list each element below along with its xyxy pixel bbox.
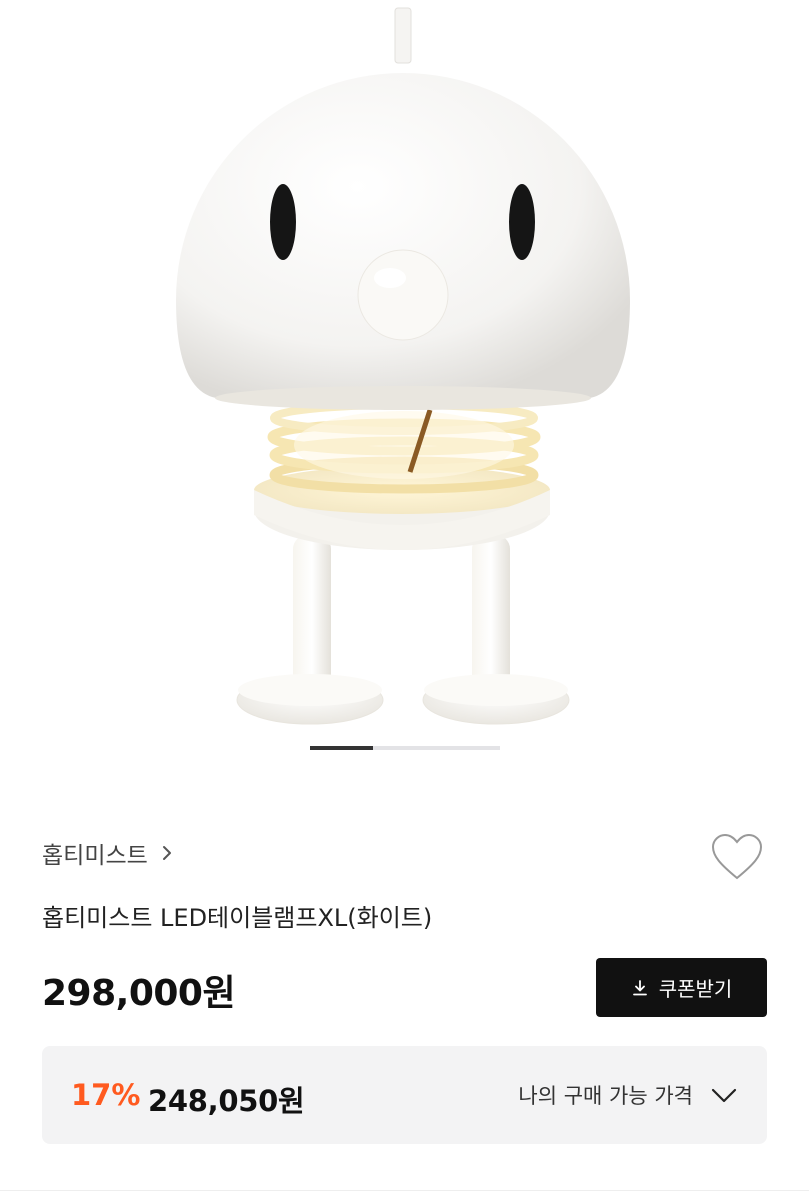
product-image[interactable] — [0, 0, 809, 760]
coupon-button-label: 쿠폰받기 — [658, 977, 733, 1001]
lamp-illustration — [176, 7, 630, 725]
chevron-right-icon — [162, 846, 171, 860]
brand-name: 홉티미스트 — [42, 843, 148, 869]
product-title: 홉티미스트 LED테이블램프XL(화이트) — [42, 904, 433, 932]
download-icon — [632, 979, 647, 995]
my-price-value: 248,050원 — [148, 1084, 305, 1118]
image-pagination — [310, 746, 500, 750]
my-price-panel[interactable]: 17% 248,050원 나의 구매 가능 가격 — [42, 1046, 767, 1144]
pagination-active-indicator — [310, 746, 373, 750]
product-price: 298,000원 — [42, 973, 236, 1014]
chevron-down-icon — [711, 1088, 737, 1103]
brand-link[interactable]: 홉티미스트 — [42, 836, 176, 870]
my-price-label: 나의 구매 가능 가격 — [518, 1084, 693, 1108]
my-price-toggle[interactable]: 나의 구매 가능 가격 — [518, 1080, 739, 1110]
heart-icon[interactable] — [710, 832, 764, 882]
discount-rate: 17% — [71, 1078, 141, 1112]
divider — [0, 1190, 809, 1191]
coupon-download-button[interactable]: 쿠폰받기 — [596, 958, 767, 1017]
